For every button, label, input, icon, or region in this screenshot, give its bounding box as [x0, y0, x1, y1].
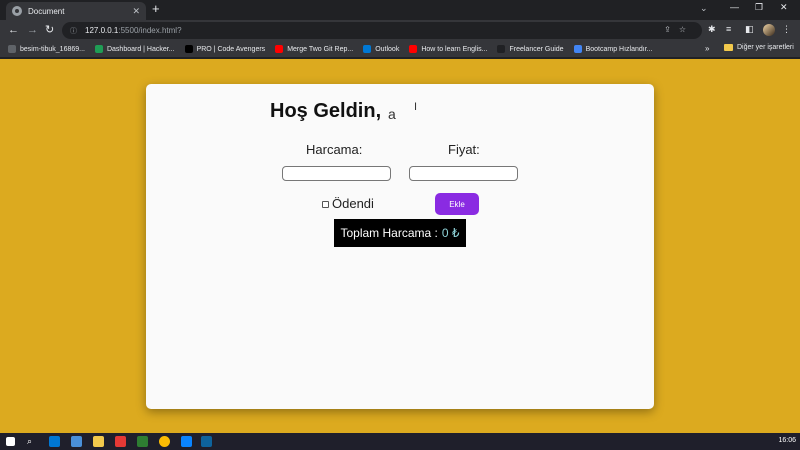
windows-start-icon[interactable] [6, 437, 15, 446]
chrome-icon[interactable] [159, 436, 170, 447]
browser-tab[interactable]: Document ✕ [6, 2, 146, 20]
edge-icon[interactable] [137, 436, 148, 447]
bookmark-favicon-icon [497, 45, 506, 53]
search-icon[interactable]: ⌕ [27, 436, 38, 447]
menu-icon[interactable]: ⋮ [782, 24, 791, 35]
url-path: :5500/index.html? [118, 26, 182, 35]
greeting-title: Hoş Geldin, [270, 100, 382, 122]
bookmark-label: Outlook [375, 45, 400, 53]
file-explorer-icon[interactable] [93, 436, 104, 447]
price-label: Fiyat: [448, 142, 480, 157]
forward-icon[interactable]: → [27, 23, 38, 37]
new-tab-button[interactable]: + [152, 2, 160, 16]
total-value: 0 ₺ [441, 226, 460, 240]
bookmark-favicon-icon [94, 45, 103, 53]
expense-input[interactable] [282, 166, 391, 181]
bookmark-item[interactable]: Freelancer Guide [497, 45, 564, 53]
side-panel-icon[interactable]: ◧ [745, 24, 754, 35]
bookmark-item[interactable]: Merge Two Git Rep... [275, 45, 353, 53]
bookmark-label: How to learn Englis... [421, 45, 488, 53]
mail-icon[interactable] [49, 436, 60, 447]
bookmark-label: Dashboard | Hacker... [106, 45, 175, 53]
paid-label: Ödendi [332, 196, 374, 211]
bookmark-label: besim-tibuk_16869... [20, 45, 85, 53]
total-expense-box: Toplam Harcama : 0 ₺ [334, 219, 466, 247]
globe-icon [12, 6, 22, 16]
taskbar-clock: 16:06 [778, 437, 796, 444]
bookmark-favicon-icon [275, 45, 284, 53]
username-text: a [388, 106, 396, 122]
bookmark-favicon-icon [184, 45, 193, 53]
bookmark-label: PRO | Code Avengers [196, 45, 266, 53]
text-cursor-icon: I [414, 101, 418, 113]
url-host: 127.0.0.1 [85, 26, 119, 35]
tab-title: Document [28, 6, 65, 16]
site-info-icon[interactable]: ⓘ [70, 26, 77, 36]
price-input[interactable] [409, 166, 518, 181]
windows-taskbar: ⌕ 16:06 [0, 433, 800, 450]
bookmark-item[interactable]: besim-tibuk_16869... [8, 45, 85, 53]
bookmark-label: Freelancer Guide [509, 45, 564, 53]
back-icon[interactable]: ← [8, 23, 19, 37]
total-label: Toplam Harcama : [340, 226, 438, 240]
profile-avatar[interactable] [763, 24, 775, 36]
close-tab-icon[interactable]: ✕ [132, 6, 140, 17]
bookmarks-more-button[interactable]: » [705, 44, 709, 53]
bookmark-label: Bootcamp Hızlandır... [585, 45, 653, 53]
bookmark-item[interactable]: How to learn Englis... [409, 45, 487, 53]
other-bookmarks-label: Diğer yer işaretleri [737, 44, 794, 51]
bookmark-item[interactable]: Outlook [363, 45, 399, 53]
share-and-star-icons[interactable]: ⇪☆ [664, 25, 694, 34]
bookmark-label: Merge Two Git Rep... [287, 45, 354, 53]
tab-search-icon[interactable]: ⌄ [700, 3, 708, 14]
bookmark-favicon-icon [573, 45, 582, 53]
tab-strip: Document ✕ + ⌄ — ❐ ✕ [0, 0, 800, 20]
page-viewport: Hoş Geldin, a I Harcama: Fiyat: Ödendi E… [0, 59, 800, 433]
other-bookmarks-folder[interactable]: Diğer yer işaretleri [724, 44, 794, 51]
reload-icon[interactable]: ↻ [45, 23, 54, 37]
bookmark-favicon-icon [363, 45, 372, 53]
expense-card: Hoş Geldin, a I Harcama: Fiyat: Ödendi E… [146, 84, 654, 409]
paid-checkbox[interactable] [322, 201, 329, 208]
app-icon[interactable] [71, 436, 82, 447]
bookmarks-bar: besim-tibuk_16869... Dashboard | Hacker..… [0, 41, 800, 58]
expense-label: Harcama: [306, 142, 363, 157]
extensions-icon[interactable]: ✱ [708, 24, 716, 35]
vscode-icon[interactable] [181, 436, 192, 447]
bookmark-item[interactable]: PRO | Code Avengers [184, 45, 266, 53]
add-button[interactable]: Ekle [435, 193, 479, 215]
bookmark-item[interactable]: Dashboard | Hacker... [94, 45, 175, 53]
restore-icon[interactable]: ❐ [755, 2, 763, 13]
media-icon[interactable]: ≡ [726, 24, 731, 34]
address-bar[interactable]: ⓘ 127.0.0.1:5500/index.html? ⇪☆ [62, 22, 702, 39]
bookmark-favicon-icon [409, 45, 418, 53]
bookmark-favicon-icon [8, 45, 16, 53]
folder-icon [724, 44, 733, 51]
opera-icon[interactable] [115, 436, 126, 447]
app2-icon[interactable] [201, 436, 212, 447]
browser-toolbar: ← → ↻ ⓘ 127.0.0.1:5500/index.html? ⇪☆ ✱ … [0, 20, 800, 41]
bookmark-item[interactable]: Bootcamp Hızlandır... [573, 45, 653, 53]
minimize-icon[interactable]: — [730, 2, 739, 12]
close-window-icon[interactable]: ✕ [780, 2, 788, 13]
